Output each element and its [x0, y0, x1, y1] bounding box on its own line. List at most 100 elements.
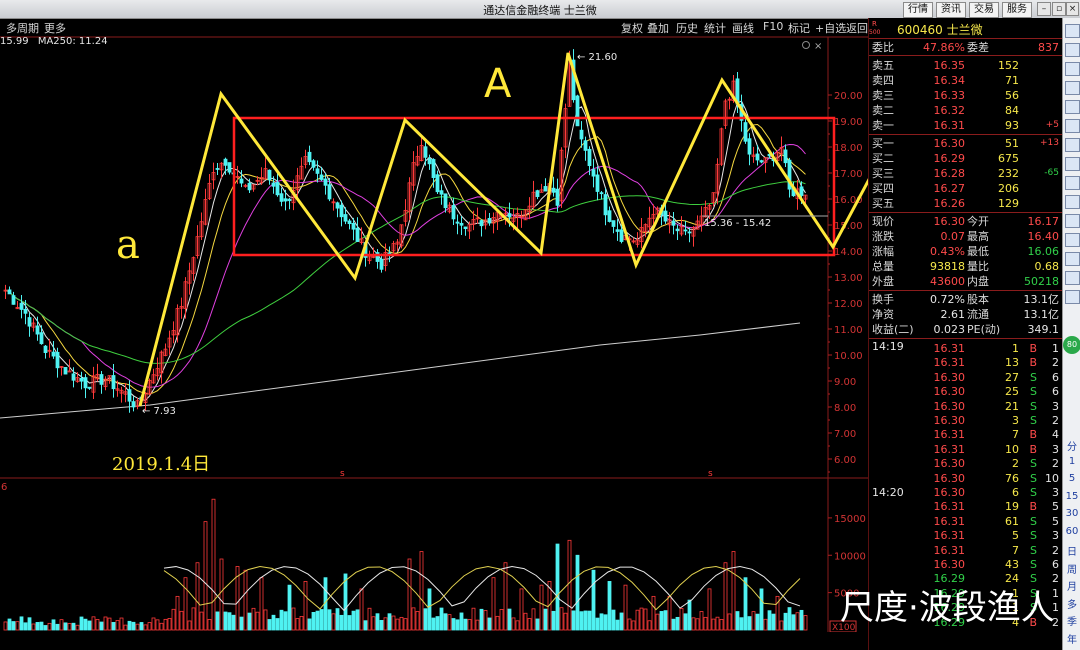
- candle-body: [615, 229, 620, 232]
- grid-icon[interactable]: [1065, 138, 1080, 152]
- date-annotation: 2019.1.4日: [112, 454, 210, 475]
- volume-bar: [671, 618, 676, 631]
- divider: [869, 55, 1063, 56]
- volume-bar: [699, 611, 704, 631]
- stat-row: 净资 2.61 流通 13.1亿: [869, 307, 1063, 322]
- overlay-button[interactable]: 叠加: [647, 20, 669, 36]
- candle-body: [311, 160, 316, 168]
- draw-button[interactable]: 画线: [732, 20, 754, 36]
- price-tick-label: 18.00: [834, 143, 863, 154]
- period-tab[interactable]: 分: [1065, 438, 1079, 453]
- news-button[interactable]: 资讯: [936, 2, 966, 18]
- candle-body: [355, 227, 360, 242]
- period-tab[interactable]: 30: [1065, 508, 1079, 519]
- stat-value: 0.023: [933, 323, 966, 336]
- candle-body: [23, 308, 28, 314]
- arrow-icon[interactable]: [1065, 43, 1080, 57]
- volume-bar: [231, 614, 236, 631]
- indicator-badge-icon[interactable]: 80: [1063, 336, 1080, 354]
- list-icon[interactable]: [1065, 81, 1080, 95]
- volume-bar: [719, 619, 724, 631]
- calc-icon[interactable]: [1065, 195, 1080, 209]
- candle-body: [783, 149, 788, 164]
- add-watchlist-button[interactable]: +自选: [815, 20, 846, 36]
- close-icon[interactable]: ×: [1066, 2, 1079, 16]
- quote-panel: R 500 600460 士兰微 委比 47.86% 委差 837 卖五 16.35 152 卖四 1…: [868, 18, 1063, 650]
- stat-value: 349.1: [1027, 323, 1060, 336]
- volume-bar: [727, 613, 732, 631]
- candle-body: [335, 202, 340, 209]
- volume-bar: [223, 611, 228, 631]
- bars-icon[interactable]: [1065, 62, 1080, 76]
- doc-icon[interactable]: [1065, 176, 1080, 190]
- period-tab[interactable]: 多: [1065, 596, 1079, 611]
- volume-bar: [275, 618, 280, 631]
- volume-bar: [159, 622, 164, 631]
- volume-bar: [363, 620, 368, 631]
- volume-bar: [15, 621, 20, 631]
- period-menu[interactable]: 多周期: [6, 20, 39, 36]
- restore-icon[interactable]: ▫: [1052, 2, 1066, 16]
- period-tab[interactable]: 15: [1065, 491, 1079, 502]
- period-tab[interactable]: 年: [1065, 631, 1079, 646]
- history-button[interactable]: 历史: [676, 20, 698, 36]
- news-icon[interactable]: [1065, 233, 1080, 247]
- tick-volume: 5: [1012, 529, 1019, 543]
- fuquan-button[interactable]: 复权: [621, 20, 643, 36]
- volume-bar: [595, 617, 600, 631]
- tick-row: 16.31 10 B 3: [869, 443, 1063, 457]
- volume-bar: [679, 608, 684, 631]
- volume-bar: [399, 616, 404, 631]
- market-button[interactable]: 行情: [903, 2, 933, 18]
- table-icon[interactable]: [1065, 157, 1080, 171]
- back-button[interactable]: 返回: [846, 20, 868, 36]
- service-button[interactable]: 服务: [1002, 2, 1032, 18]
- rsi-icon[interactable]: [1065, 252, 1080, 266]
- stats-button[interactable]: 统计: [704, 20, 726, 36]
- tick-volume: 7: [1012, 428, 1019, 442]
- volume-bar: [771, 613, 776, 631]
- volume-bar: [383, 617, 388, 631]
- mark-button[interactable]: 标记: [788, 20, 810, 36]
- period-tab[interactable]: 月: [1065, 578, 1079, 593]
- ma-legend: 15.99 MA250: 11.24: [0, 36, 108, 47]
- gear-icon[interactable]: [1065, 271, 1080, 285]
- period-tab[interactable]: 60: [1065, 526, 1079, 537]
- weibi-row: 委比 47.86% 委差 837: [869, 40, 1063, 55]
- volume-bar: [55, 623, 60, 631]
- kline-chart[interactable]: 20.0019.0018.0017.0016.0015.0014.0013.00…: [0, 35, 868, 632]
- chart-icon[interactable]: [1065, 24, 1080, 38]
- bid-price: 16.26: [933, 197, 966, 210]
- line-icon[interactable]: [1065, 119, 1080, 133]
- more-menu[interactable]: 更多: [44, 20, 66, 36]
- volume-bar: [711, 618, 716, 631]
- price-tick-label: 12.00: [834, 299, 863, 310]
- refresh-icon[interactable]: [1065, 290, 1080, 304]
- candle-body: [315, 168, 320, 174]
- minimize-icon[interactable]: –: [1037, 2, 1051, 16]
- tick-count: 6: [1052, 370, 1059, 384]
- period-tab[interactable]: 日: [1065, 543, 1079, 558]
- stat-row: 涨幅 0.43% 最低 16.06: [869, 244, 1063, 259]
- candle-body: [279, 193, 284, 202]
- stat-value: 2.61: [940, 308, 966, 321]
- period-tab[interactable]: 周: [1065, 561, 1079, 576]
- volume-bar: [523, 612, 528, 631]
- volume-bar: [463, 618, 468, 631]
- volume-bar: [251, 607, 256, 631]
- candle-body: [307, 151, 312, 163]
- price-tick-label: 7.00: [834, 429, 856, 440]
- period-tab[interactable]: 季: [1065, 613, 1079, 628]
- volume-bar: [803, 615, 808, 631]
- f10-button[interactable]: F10: [763, 20, 783, 33]
- period-tab[interactable]: 1: [1065, 456, 1079, 467]
- window-icon[interactable]: [1065, 100, 1080, 114]
- trade-button[interactable]: 交易: [969, 2, 999, 18]
- f10-icon[interactable]: [1065, 214, 1080, 228]
- volume-bar: [243, 569, 248, 631]
- stat-label: 股本: [967, 293, 989, 306]
- volume-bar: [571, 610, 576, 631]
- tick-side: B: [1029, 428, 1037, 442]
- bid-change: -65: [1044, 168, 1059, 178]
- period-tab[interactable]: 5: [1065, 473, 1079, 484]
